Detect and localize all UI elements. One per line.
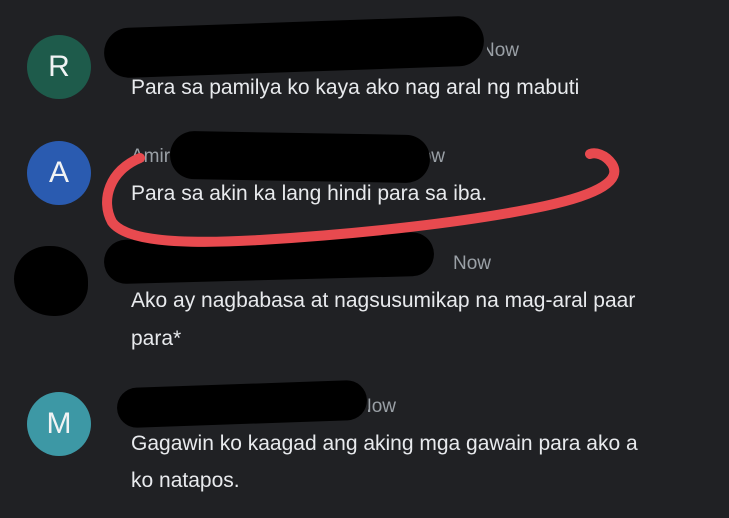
comment-text: Para sa pamilya ko kaya ako nag aral ng … [131,76,580,99]
comment-time: Now [481,40,520,61]
comment-text-line2: para* [131,327,182,350]
avatar-letter: A [48,156,69,189]
avatar[interactable]: A [27,141,91,205]
avatar[interactable]: R [27,35,91,99]
comment-text: Para sa akin ka lang hindi para sa iba. [131,182,488,205]
comment-text: Gagawin ko kaagad ang aking mga gawain p… [131,432,638,455]
redaction-mark [116,379,368,429]
comment-text: Ako ay nagbabasa at nagsusumikap na mag-… [131,289,636,312]
redaction-mark [103,231,435,285]
avatar-letter: M [46,407,72,440]
avatar[interactable]: M [27,392,91,456]
avatar-letter: R [48,50,70,83]
comment-author: Amir [131,146,171,167]
comment-time: Now [453,253,492,274]
comment-text-line2: ko natapos. [131,469,240,492]
avatar[interactable] [14,246,88,316]
